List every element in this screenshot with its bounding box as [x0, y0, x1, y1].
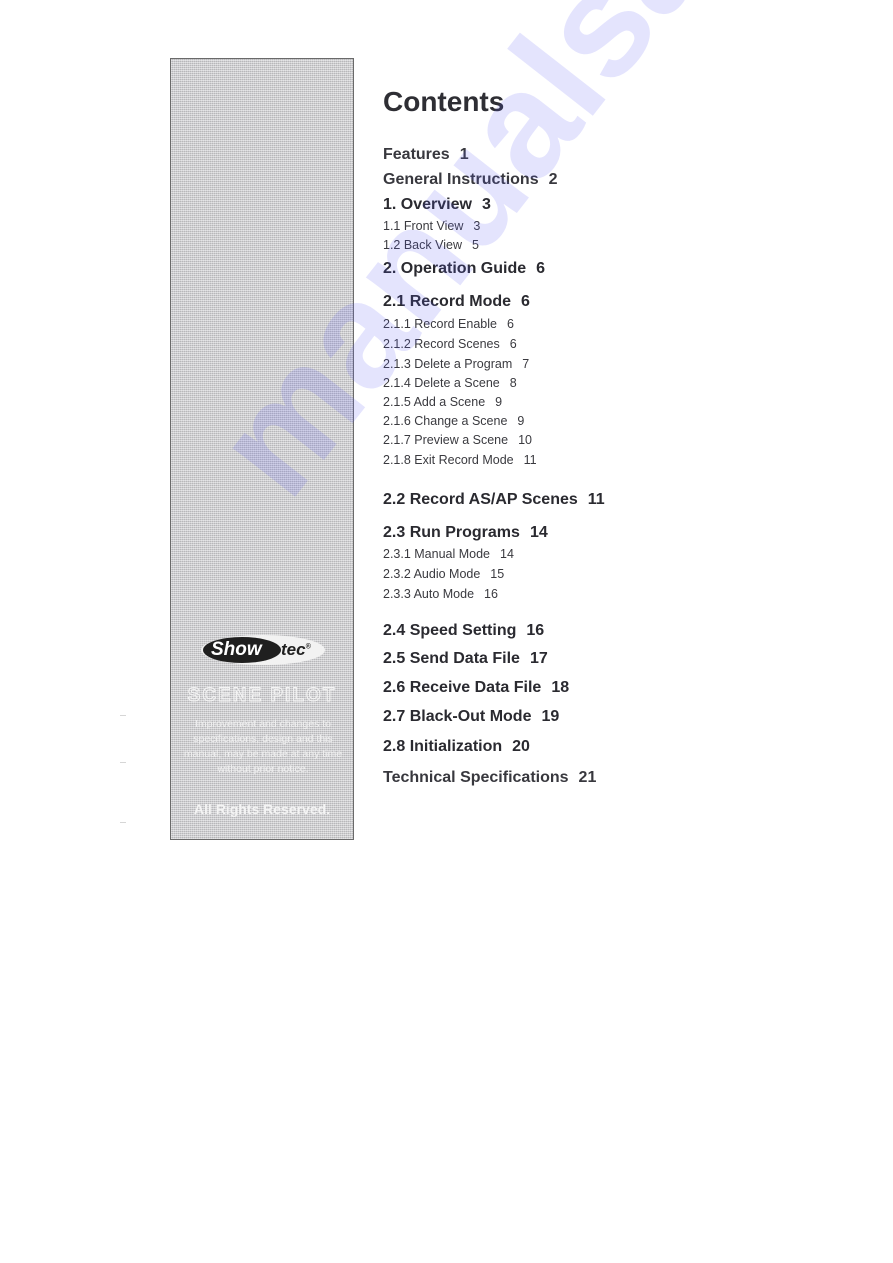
toc-entry-page-number: 6: [536, 260, 546, 277]
toc-entry-page-number: 1: [459, 146, 469, 163]
toc-entry[interactable]: Features 1: [383, 146, 469, 164]
product-name: SCENE PILOT: [187, 685, 337, 707]
toc-entry-page-number: 5: [471, 238, 479, 252]
toc-entry-page-number: 16: [484, 587, 498, 601]
toc-entry-label: 2.1.6 Change a Scene: [383, 414, 508, 428]
toc-entry[interactable]: 2.1 Record Mode 6: [383, 293, 530, 311]
toc-entry[interactable]: 1.2 Back View 5: [383, 238, 479, 252]
toc-entry-page-number: 6: [509, 337, 517, 351]
toc-entry-label: 2. Operation Guide: [383, 260, 527, 277]
rights-reserved: All Rights Reserved.: [193, 801, 331, 817]
toc-entry-page-number: 14: [500, 547, 514, 561]
toc-entry[interactable]: 2.5 Send Data File 17: [383, 650, 548, 668]
toc-entry-label: 2.5 Send Data File: [383, 650, 520, 667]
toc-entry-page-number: 6: [521, 293, 530, 310]
toc-entry-label: 1. Overview: [383, 196, 472, 213]
toc-entry[interactable]: 2.1.2 Record Scenes 6: [383, 337, 517, 351]
toc-entry-label: 2.8 Initialization: [383, 738, 503, 755]
toc-entry-page-number: 8: [509, 376, 517, 390]
toc-entry[interactable]: 2.1.4 Delete a Scene 8: [383, 376, 517, 390]
toc-entry-page-number: 10: [518, 433, 532, 447]
toc-entry[interactable]: 2.1.8 Exit Record Mode 11: [383, 453, 537, 467]
logo-text-tec-label: tec: [281, 640, 306, 659]
disclaimer-notice: Improvement and changes to specification…: [183, 718, 343, 775]
toc-entry-page-number: 9: [495, 395, 503, 409]
page-title: Contents: [383, 86, 505, 117]
toc-entry-label: 2.4 Speed Setting: [383, 622, 517, 639]
toc-entry-page-number: 11: [587, 491, 605, 508]
toc-entry-label: 1.2 Back View: [383, 238, 462, 252]
toc-entry-page-number: 6: [506, 317, 514, 331]
toc-entry-page-number: 21: [578, 769, 597, 786]
toc-entry-page-number: 18: [551, 679, 570, 696]
toc-entry-label: General Instructions: [383, 171, 539, 188]
trademark-symbol: ®: [305, 643, 311, 651]
toc-entry-label: 2.1.5 Add a Scene: [383, 395, 486, 409]
toc-entry-label: 1.1 Front View: [383, 219, 464, 233]
toc-entry-page-number: 11: [523, 453, 537, 467]
toc-entry[interactable]: 2.8 Initialization 20: [383, 738, 530, 756]
toc-entry-page-number: 14: [529, 524, 548, 541]
toc-entry-label: 2.7 Black-Out Mode: [383, 708, 532, 725]
toc-entry-label: 2.3.2 Audio Mode: [383, 567, 481, 581]
toc-entry-page-number: 20: [512, 738, 530, 755]
toc-entry-page-number: 9: [517, 414, 525, 428]
toc-entry[interactable]: 2. Operation Guide 6: [383, 260, 545, 278]
toc-entry-label: 2.1.1 Record Enable: [383, 317, 497, 331]
toc-entry-label: Features: [383, 146, 450, 163]
toc-entry[interactable]: 2.3.1 Manual Mode 14: [383, 547, 514, 561]
toc-entry-page-number: 15: [490, 567, 505, 581]
toc-entry-page-number: 3: [481, 196, 491, 213]
toc-entry[interactable]: 2.7 Black-Out Mode 19: [383, 708, 559, 726]
scan-mark: [120, 822, 126, 823]
toc-entry[interactable]: 2.1.3 Delete a Program 7: [383, 357, 529, 371]
toc-entry-page-number: 19: [541, 708, 560, 725]
scan-mark: [120, 762, 126, 763]
toc-entry-label: 2.1.2 Record Scenes: [383, 337, 500, 351]
toc-entry-label: 2.6 Receive Data File: [383, 679, 542, 696]
toc-entry-label: 2.1.3 Delete a Program: [383, 357, 513, 371]
toc-entry-label: 2.1.7 Preview a Scene: [383, 433, 509, 447]
logo-text-show: Show: [211, 639, 262, 660]
toc-entry-page-number: 16: [526, 622, 545, 639]
toc-entry[interactable]: 2.1.1 Record Enable 6: [383, 317, 514, 331]
toc-entry[interactable]: 2.6 Receive Data File 18: [383, 679, 569, 697]
toc-entry-label: 2.1.4 Delete a Scene: [383, 376, 500, 390]
toc-entry-label: Technical Specifications: [383, 769, 569, 786]
toc-entry[interactable]: 2.2 Record AS/AP Scenes 11: [383, 491, 605, 509]
toc-entry[interactable]: Technical Specifications 21: [383, 769, 596, 787]
toc-entry-label: 2.3.3 Auto Mode: [383, 587, 475, 601]
toc-entry-page-number: 17: [529, 650, 548, 667]
toc-entry[interactable]: 2.1.5 Add a Scene 9: [383, 395, 502, 409]
toc-entry[interactable]: 2.3.3 Auto Mode 16: [383, 587, 498, 601]
toc-entry-label: 2.3.1 Manual Mode: [383, 547, 491, 561]
cover-side-panel: Show tec® SCENE PILOT Improvement and ch…: [170, 58, 354, 840]
toc-entry-label: 2.1.8 Exit Record Mode: [383, 453, 514, 467]
toc-entry-page-number: 7: [522, 357, 530, 371]
logo-text-tec: tec®: [281, 640, 311, 660]
toc-entry[interactable]: 2.4 Speed Setting 16: [383, 622, 544, 640]
toc-entry[interactable]: 2.3 Run Programs 14: [383, 524, 548, 542]
toc-entry-page-number: 2: [548, 171, 558, 188]
scan-mark: [120, 715, 126, 716]
toc-entry[interactable]: 1.1 Front View 3: [383, 219, 480, 233]
toc-entry-label: 2.1 Record Mode: [383, 293, 512, 310]
toc-entry[interactable]: 2.1.7 Preview a Scene 10: [383, 433, 532, 447]
toc-entry[interactable]: 1. Overview 3: [383, 196, 491, 214]
showtec-logo: Show tec®: [201, 635, 325, 665]
toc-entry[interactable]: General Instructions 2: [383, 171, 558, 189]
toc-entry-page-number: 3: [473, 219, 481, 233]
toc-entry[interactable]: 2.1.6 Change a Scene 9: [383, 414, 524, 428]
toc-entry[interactable]: 2.3.2 Audio Mode 15: [383, 567, 504, 581]
toc-entry-label: 2.2 Record AS/AP Scenes: [383, 491, 578, 508]
toc-entry-label: 2.3 Run Programs: [383, 524, 520, 541]
